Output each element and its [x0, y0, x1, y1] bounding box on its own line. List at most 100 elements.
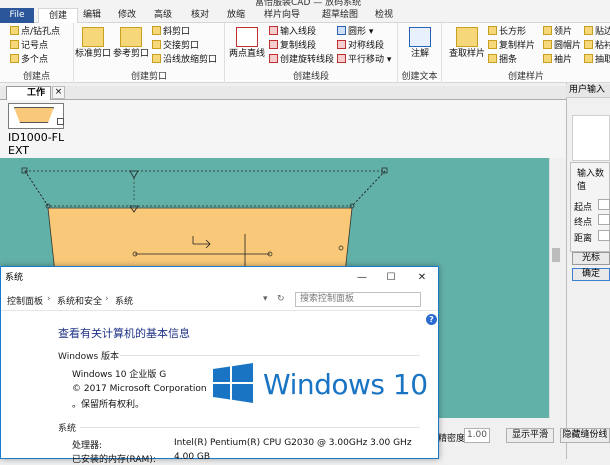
- end-field[interactable]: [598, 214, 610, 225]
- tab-create[interactable]: 创建: [38, 8, 78, 24]
- divider: [120, 355, 420, 356]
- group-create-line: 两点直线 输入线段 复制线段 创建旋转线段 圆形 ▾ 对称线段 平行移动 ▾ 创…: [225, 23, 398, 83]
- close-window-button[interactable]: ✕: [411, 267, 433, 289]
- windows-edition: Windows 10 企业版 G: [72, 370, 167, 380]
- facing-icon: [584, 26, 593, 35]
- strip-icon: [488, 54, 497, 63]
- group-label: 创建文本: [401, 72, 438, 82]
- scrollbar-thumb[interactable]: [552, 248, 560, 262]
- rectangle-button[interactable]: 长方形: [488, 26, 526, 39]
- breadcrumb-system[interactable]: 系统: [115, 294, 133, 307]
- distance-label: 距离: [574, 234, 593, 244]
- facing-button[interactable]: 贴边: [584, 26, 610, 39]
- show-smooth-button[interactable]: 显示平滑: [506, 428, 554, 443]
- minimize-button[interactable]: —: [351, 267, 373, 289]
- standard-notch-button[interactable]: 标准剪口: [74, 27, 112, 60]
- windows-logo-icon: [213, 363, 253, 403]
- tab-check[interactable]: 核对: [188, 8, 212, 23]
- mirror-line-button[interactable]: 对称线段: [337, 40, 384, 53]
- close-tab-button[interactable]: ×: [52, 86, 65, 99]
- notch-top: [129, 170, 139, 179]
- extract-piece-button[interactable]: 查取样片: [444, 27, 490, 60]
- rectangle-icon: [488, 26, 497, 35]
- tab-edit[interactable]: 编辑: [80, 8, 104, 23]
- piece-name: ID1000-FL: [8, 131, 65, 144]
- sleeve-icon: [543, 54, 552, 63]
- line-icon: [236, 27, 258, 47]
- confirm-button[interactable]: 确定: [572, 268, 610, 281]
- refresh-icon[interactable]: ↻: [277, 294, 285, 304]
- app-titlebar: 富怡服装CAD — 放码系统: [0, 0, 610, 8]
- breadcrumb-separator: ›: [105, 294, 109, 304]
- group-label: 创建样片: [507, 72, 544, 82]
- tab-piece-wizard[interactable]: 样片向导: [260, 8, 304, 23]
- group-label: 创建线段: [292, 72, 329, 82]
- rotate-line-button[interactable]: 创建旋转线段: [269, 54, 334, 67]
- cursor-button[interactable]: 光标: [572, 252, 610, 265]
- annotation-icon: [409, 27, 431, 47]
- tab-modify[interactable]: 修改: [115, 8, 139, 23]
- piece-side-right: [351, 170, 386, 207]
- hide-seam-button[interactable]: 隐藏缝份线: [560, 428, 610, 443]
- group-label: 创建点: [22, 72, 50, 82]
- multi-point-icon: [10, 54, 19, 63]
- workspace-tab[interactable]: 工作区1: [6, 86, 51, 111]
- ribbon-tab-bar: File 创建 编辑 修改 高级 核对 放缩 样片向导 超草绘图 检视: [0, 8, 610, 24]
- two-point-line-button[interactable]: 两点直线: [227, 27, 267, 60]
- rights-reserved: 。保留所有权利。: [72, 400, 145, 410]
- interlining-icon: [584, 40, 593, 49]
- input-line-button[interactable]: 输入线段: [269, 26, 316, 39]
- tab-sketch[interactable]: 超草绘图: [318, 8, 362, 23]
- status-bar: 精密度 1.00 显示平滑 隐藏缝份线: [436, 428, 610, 446]
- along-line-notch-button[interactable]: 沿线放缩剪口: [152, 54, 217, 67]
- tab-file[interactable]: File: [0, 8, 34, 23]
- tab-grade[interactable]: 放缩: [224, 8, 248, 23]
- sleeve-button[interactable]: 袖片: [543, 54, 572, 67]
- parallel-icon: [337, 54, 346, 63]
- help-icon[interactable]: ?: [426, 314, 437, 325]
- piece-ext: EXT: [8, 144, 30, 157]
- windows-brand-text: Windows 10: [263, 368, 428, 401]
- copy-piece-button[interactable]: 复制样片: [488, 40, 535, 53]
- breadcrumb-security[interactable]: 系统和安全: [57, 294, 102, 307]
- piece-thumbnail-bar: [0, 100, 566, 158]
- precision-label: 精密度: [438, 434, 466, 444]
- start-field[interactable]: [598, 199, 610, 210]
- extract-icon: [584, 54, 593, 63]
- junction-notch-button[interactable]: 交接剪口: [152, 40, 199, 53]
- interlining-button[interactable]: 粘衬: [584, 40, 610, 53]
- reference-notch-button[interactable]: 参考剪口: [112, 27, 150, 60]
- collar-button[interactable]: 领片: [543, 26, 572, 39]
- maximize-button[interactable]: ☐: [380, 267, 402, 289]
- parallel-move-button[interactable]: 平行移动 ▾: [337, 54, 391, 67]
- circle-button[interactable]: 圆形 ▾: [337, 26, 373, 39]
- notch-icon: [82, 27, 104, 47]
- input-line-icon: [269, 26, 278, 35]
- tab-view[interactable]: 检视: [372, 8, 396, 23]
- point-drill-button[interactable]: 点/钻孔点: [10, 26, 60, 39]
- extract-button[interactable]: 抽取: [584, 54, 610, 67]
- canvas-vertical-scrollbar[interactable]: [549, 158, 563, 418]
- mark-point-button[interactable]: 记号点: [10, 40, 48, 53]
- copy-piece-icon: [488, 40, 497, 49]
- slant-notch-icon: [152, 26, 161, 35]
- annotation-button[interactable]: 注解: [400, 27, 440, 60]
- copyright: © 2017 Microsoft Corporation: [72, 384, 207, 394]
- search-input[interactable]: 搜索控制面板: [295, 292, 421, 307]
- tab-advanced[interactable]: 高级: [151, 8, 175, 23]
- breadcrumb-control-panel[interactable]: 控制面板: [7, 294, 43, 307]
- breadcrumb-separator: ›: [47, 294, 51, 304]
- rotate-line-icon: [269, 54, 278, 63]
- precision-field[interactable]: 1.00: [464, 428, 490, 443]
- distance-field[interactable]: [598, 230, 610, 241]
- start-label: 起点: [574, 203, 593, 213]
- mark-icon: [10, 40, 19, 49]
- edition-section-title: Windows 版本: [58, 352, 120, 362]
- round-hat-button[interactable]: 圆帽片: [543, 40, 581, 53]
- copy-line-button[interactable]: 复制线段: [269, 40, 316, 53]
- page-heading: 查看有关计算机的基本信息: [58, 327, 190, 340]
- binding-strip-button[interactable]: 捆条: [488, 54, 517, 67]
- slant-notch-button[interactable]: 斜剪口: [152, 26, 190, 39]
- multi-point-button[interactable]: 多个点: [10, 54, 48, 67]
- chevron-down-icon[interactable]: ▾: [263, 294, 268, 304]
